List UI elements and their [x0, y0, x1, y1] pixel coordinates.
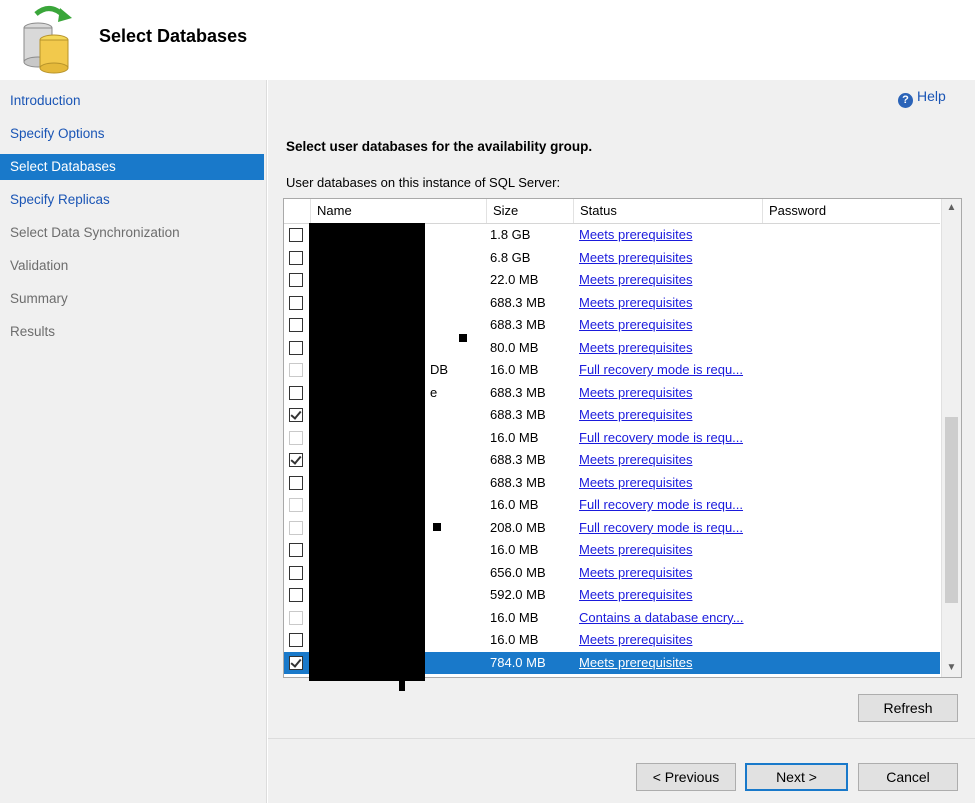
row-checkbox[interactable] [289, 318, 303, 332]
redaction-block [309, 223, 425, 681]
cell-size: 16.0 MB [490, 609, 539, 625]
status-link[interactable]: Meets prerequisites [579, 539, 692, 561]
cell-size: 6.8 GB [490, 249, 531, 265]
sidebar-item-results: Results [10, 324, 56, 339]
footer-divider [268, 738, 975, 739]
status-link[interactable]: Meets prerequisites [579, 337, 692, 359]
sidebar-item-select-databases[interactable]: Select Databases [0, 154, 264, 180]
cell-size: 22.0 MB [490, 272, 539, 287]
status-link[interactable]: Meets prerequisites [579, 292, 692, 314]
cell-size: 16.0 MB [490, 429, 539, 445]
status-link[interactable]: Full recovery mode is requ... [579, 427, 743, 449]
status-link[interactable]: Meets prerequisites [579, 629, 692, 651]
status-link[interactable]: Meets prerequisites [579, 449, 692, 471]
scroll-down-icon[interactable]: ▼ [942, 659, 961, 677]
row-checkbox[interactable] [289, 475, 303, 490]
row-checkbox [289, 430, 303, 445]
help-link[interactable]: ? Help [898, 88, 946, 108]
row-checkbox[interactable] [289, 453, 303, 467]
cell-size: 1.8 GB [490, 227, 531, 242]
status-link[interactable]: Meets prerequisites [579, 247, 692, 269]
page-title: Select Databases [99, 26, 248, 46]
row-checkbox [289, 610, 303, 625]
database-icon [23, 6, 72, 74]
cell-size: 16.0 MB [490, 632, 539, 647]
grid-scrollbar[interactable]: ▲ ▼ [941, 199, 961, 677]
help-label: Help [917, 88, 946, 104]
wizard-sidebar: Introduction Specify Options Select Data… [0, 80, 267, 803]
previous-button[interactable]: < Previous [636, 763, 736, 791]
row-checkbox[interactable] [289, 565, 303, 580]
status-link[interactable]: Full recovery mode is requ... [579, 494, 743, 516]
cell-size: 784.0 MB [490, 654, 546, 670]
column-header-size[interactable]: Size [486, 199, 573, 223]
row-checkbox[interactable] [289, 655, 303, 670]
row-checkbox[interactable] [289, 633, 303, 647]
cell-size: 688.3 MB [490, 452, 546, 467]
redaction-mark [399, 680, 405, 691]
refresh-button[interactable]: Refresh [858, 694, 958, 722]
row-checkbox[interactable] [289, 543, 303, 557]
row-checkbox[interactable] [289, 228, 303, 242]
cell-size: 688.3 MB [490, 407, 546, 422]
grid-caption: User databases on this instance of SQL S… [286, 175, 561, 190]
row-checkbox[interactable] [289, 250, 303, 265]
sidebar-item-specify-replicas[interactable]: Specify Replicas [0, 187, 264, 213]
status-link[interactable]: Contains a database encry... [579, 607, 744, 629]
row-checkbox [289, 520, 303, 535]
sidebar-item-introduction[interactable]: Introduction [0, 88, 264, 114]
row-checkbox[interactable] [289, 273, 303, 287]
cell-size: 592.0 MB [490, 587, 546, 602]
status-link[interactable]: Full recovery mode is requ... [579, 359, 743, 381]
cell-size: 16.0 MB [490, 362, 539, 377]
sidebar-item-summary: Summary [10, 291, 68, 306]
sidebar-item-specify-options[interactable]: Specify Options [0, 121, 264, 147]
cell-size: 688.3 MB [490, 317, 546, 332]
status-link[interactable]: Meets prerequisites [579, 224, 692, 246]
status-link[interactable]: Full recovery mode is requ... [579, 517, 743, 539]
grid-header: Name Size Status Password [284, 199, 940, 224]
cell-size: 688.3 MB [490, 474, 546, 490]
status-link[interactable]: Meets prerequisites [579, 472, 692, 494]
status-link[interactable]: Meets prerequisites [579, 584, 692, 606]
row-checkbox[interactable] [289, 295, 303, 310]
help-icon: ? [898, 93, 913, 108]
row-checkbox[interactable] [289, 588, 303, 602]
cell-size: 688.3 MB [490, 384, 546, 400]
status-link[interactable]: Meets prerequisites [579, 404, 692, 426]
status-link[interactable]: Meets prerequisites [579, 652, 692, 674]
scroll-up-icon[interactable]: ▲ [942, 199, 961, 217]
row-checkbox [289, 363, 303, 377]
sidebar-item-select-data-synchronization: Select Data Synchronization [10, 225, 180, 240]
scroll-thumb[interactable] [945, 417, 958, 603]
sidebar-item-validation: Validation [10, 258, 69, 273]
header-checkbox-column [284, 199, 310, 223]
status-link[interactable]: Meets prerequisites [579, 562, 692, 584]
next-button[interactable]: Next > [745, 763, 848, 791]
redaction-mark [433, 523, 441, 531]
wizard-header: Select Databases [0, 0, 975, 80]
section-heading: Select user databases for the availabili… [286, 139, 593, 154]
cancel-button[interactable]: Cancel [858, 763, 958, 791]
status-link[interactable]: Meets prerequisites [579, 382, 692, 404]
cell-size: 656.0 MB [490, 564, 546, 580]
column-header-name[interactable]: Name [310, 199, 486, 223]
column-header-password[interactable]: Password [762, 199, 940, 223]
row-checkbox[interactable] [289, 385, 303, 400]
status-link[interactable]: Meets prerequisites [579, 314, 692, 336]
cell-size: 80.0 MB [490, 339, 539, 355]
status-link[interactable]: Meets prerequisites [579, 269, 692, 291]
cell-size: 688.3 MB [490, 294, 546, 310]
column-header-status[interactable]: Status [573, 199, 762, 223]
row-checkbox[interactable] [289, 340, 303, 355]
cell-size: 16.0 MB [490, 542, 539, 557]
row-checkbox [289, 498, 303, 512]
cell-size: 16.0 MB [490, 497, 539, 512]
row-checkbox[interactable] [289, 408, 303, 422]
redaction-mark [459, 334, 467, 342]
cell-size: 208.0 MB [490, 519, 546, 535]
